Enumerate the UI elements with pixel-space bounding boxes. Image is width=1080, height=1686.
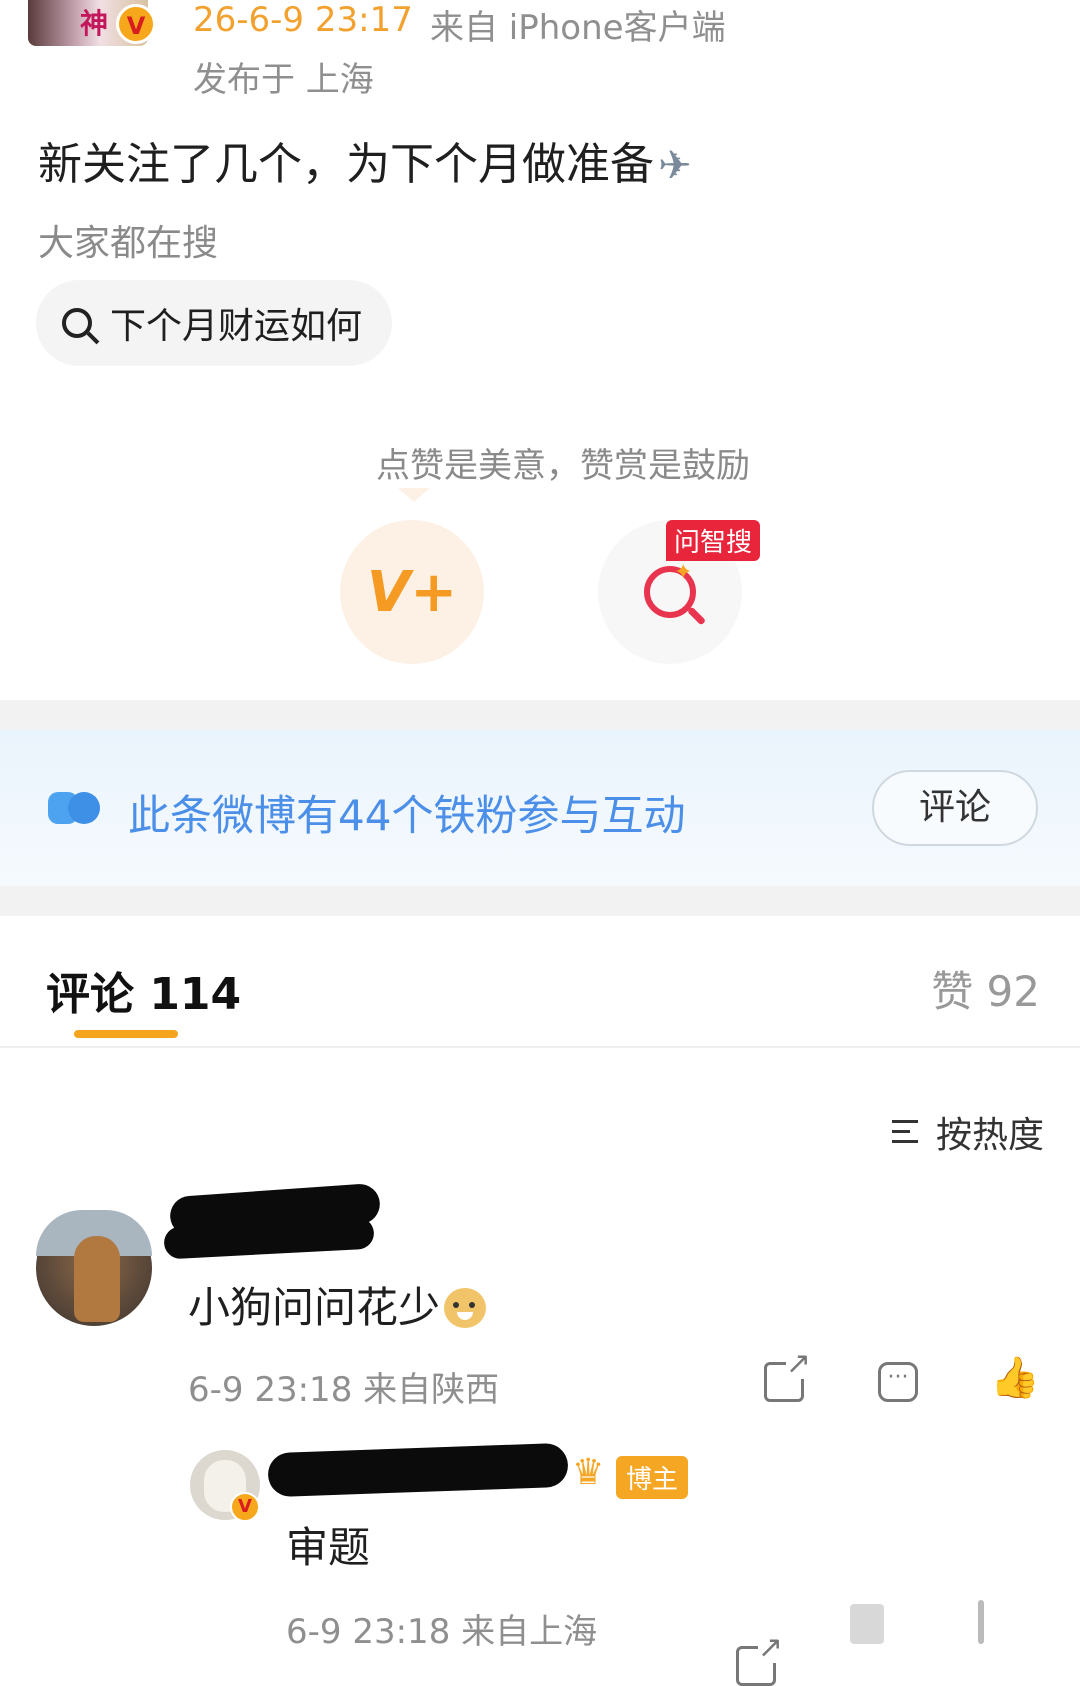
reply-text: 审题 bbox=[286, 1523, 371, 1572]
hint-pointer bbox=[398, 488, 430, 502]
hot-search-title: 大家都在搜 bbox=[38, 223, 219, 264]
reply-meta: 6-9 23:18 来自上海 bbox=[286, 1612, 598, 1652]
sparkle-icon: ✦ bbox=[674, 560, 693, 585]
tab-likes[interactable]: 赞 92 bbox=[931, 958, 1040, 1019]
blogger-badge: 博主 bbox=[616, 1456, 689, 1499]
sort-button[interactable]: 按热度 bbox=[891, 1106, 1044, 1158]
post-text: 新关注了几个，为下个月做准备 bbox=[38, 139, 654, 190]
share-icon[interactable] bbox=[764, 1349, 811, 1402]
commenter-avatar[interactable] bbox=[36, 1210, 152, 1326]
avatar-text: 神 bbox=[80, 7, 109, 40]
fan-interaction-text: 此条微博有44个铁粉参与互动 bbox=[128, 791, 686, 840]
hot-search-pill[interactable]: 下个月财运如何 bbox=[36, 280, 393, 366]
plane-icon: ✈ bbox=[658, 143, 692, 189]
verified-icon: V bbox=[116, 4, 156, 44]
search-icon bbox=[62, 308, 92, 338]
like-icon[interactable] bbox=[978, 1600, 984, 1644]
section-divider bbox=[0, 886, 1080, 916]
comment-icon[interactable] bbox=[850, 1604, 884, 1644]
verified-icon: V bbox=[230, 1492, 260, 1522]
vplus-button[interactable]: V+ bbox=[340, 520, 484, 664]
tab-divider bbox=[0, 1046, 1080, 1048]
ai-search-badge: 问智搜 bbox=[666, 520, 761, 561]
tab-comments[interactable]: 评论 114 bbox=[46, 958, 241, 1022]
post-source: 来自 iPhone客户端 bbox=[430, 8, 726, 48]
section-divider bbox=[0, 700, 1080, 730]
reward-hint-text: 点赞是美意，赞赏是鼓励 bbox=[376, 446, 750, 486]
post-body: 新关注了几个，为下个月做准备 ✈ bbox=[38, 128, 692, 192]
sort-label: 按热度 bbox=[935, 1115, 1044, 1156]
sort-icon bbox=[891, 1118, 926, 1146]
comment-meta: 6-9 23:18 来自陕西 bbox=[188, 1370, 500, 1410]
post-time: 26-6-9 23:17 bbox=[193, 0, 413, 40]
post-location: 发布于 上海 bbox=[193, 60, 374, 100]
hot-search-query: 下个月财运如何 bbox=[110, 306, 363, 347]
redacted-blogger-name bbox=[267, 1442, 569, 1498]
dog-emoji-icon bbox=[444, 1288, 487, 1328]
reward-hint: 点赞是美意，赞赏是鼓励 bbox=[0, 438, 1080, 487]
fan-icon bbox=[48, 792, 102, 824]
vplus-icon: V+ bbox=[366, 559, 458, 625]
like-icon[interactable]: 👍 bbox=[990, 1358, 1040, 1398]
comment-icon[interactable]: ··· bbox=[878, 1362, 918, 1402]
comment-text: 小狗问问花少 bbox=[188, 1274, 487, 1335]
fan-comment-button[interactable]: 评论 bbox=[872, 770, 1038, 846]
share-icon[interactable] bbox=[736, 1633, 783, 1686]
tab-active-indicator bbox=[74, 1030, 178, 1038]
comment-text-content: 小狗问问花少 bbox=[188, 1283, 441, 1332]
crown-icon: ♛ bbox=[572, 1452, 605, 1493]
